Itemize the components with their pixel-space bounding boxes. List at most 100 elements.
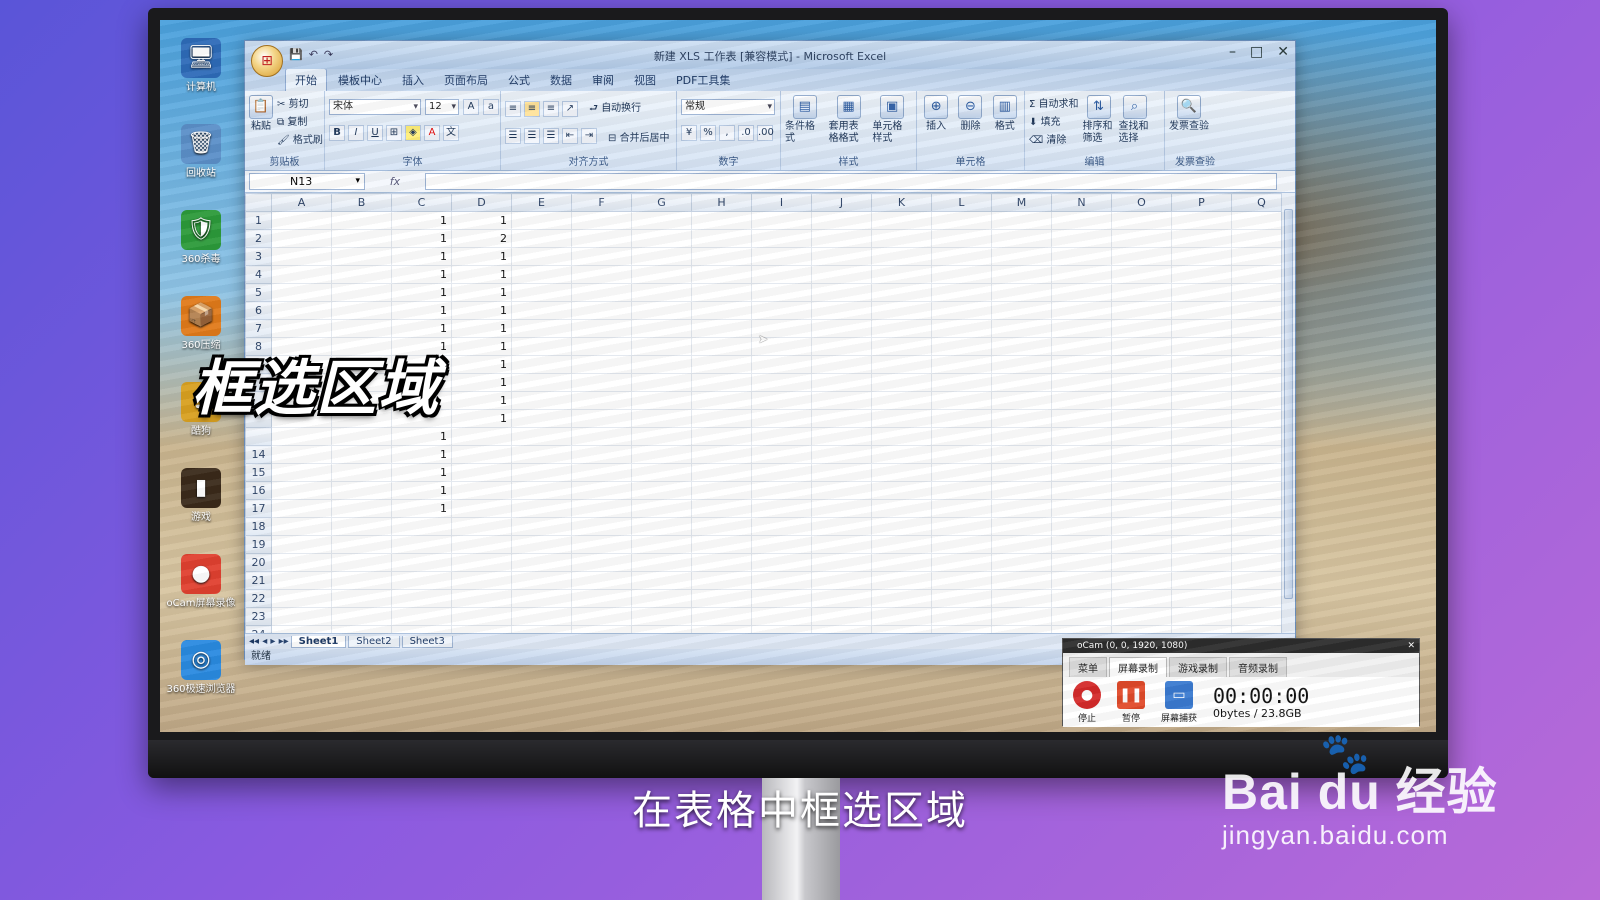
cell-C[interactable]: 1 xyxy=(391,499,452,518)
cell[interactable] xyxy=(271,211,332,230)
cell[interactable] xyxy=(871,571,932,590)
cell[interactable] xyxy=(631,211,692,230)
cell[interactable] xyxy=(511,373,572,392)
cell[interactable] xyxy=(271,589,332,608)
cell[interactable] xyxy=(571,283,632,302)
wrap-text-button[interactable]: ⮐ 自动换行 xyxy=(589,99,641,118)
cell[interactable] xyxy=(811,301,872,320)
cell[interactable] xyxy=(751,589,812,608)
cell[interactable] xyxy=(691,265,752,284)
cell[interactable] xyxy=(511,589,572,608)
cell[interactable] xyxy=(1051,337,1112,356)
cell[interactable] xyxy=(511,229,572,248)
cell[interactable] xyxy=(631,589,692,608)
cell-C[interactable]: 1 xyxy=(391,319,452,338)
cell[interactable] xyxy=(631,571,692,590)
cell[interactable] xyxy=(991,409,1052,428)
sheet-nav-arrows[interactable]: ◂◂ ◂ ▸ ▸▸ xyxy=(249,636,289,647)
cell[interactable] xyxy=(571,211,632,230)
cell[interactable] xyxy=(991,373,1052,392)
cell[interactable] xyxy=(931,553,992,572)
cell[interactable] xyxy=(271,247,332,266)
ribbon-tab[interactable]: 视图 xyxy=(625,69,665,91)
cell[interactable] xyxy=(1171,589,1232,608)
cell[interactable] xyxy=(1171,517,1232,536)
cell[interactable] xyxy=(1111,517,1172,536)
cell[interactable] xyxy=(871,265,932,284)
increase-indent-button[interactable]: ⇥ xyxy=(581,128,597,144)
cell[interactable] xyxy=(1111,337,1172,356)
cell[interactable] xyxy=(931,517,992,536)
cell[interactable] xyxy=(511,481,572,500)
cell[interactable] xyxy=(631,499,692,518)
cell[interactable] xyxy=(931,481,992,500)
insert-cells-button[interactable]: ⊕ 插入 xyxy=(921,95,951,133)
cell[interactable] xyxy=(811,229,872,248)
cell-D[interactable]: 1 xyxy=(451,337,512,356)
cell[interactable] xyxy=(1171,319,1232,338)
cell[interactable] xyxy=(751,211,812,230)
cell[interactable] xyxy=(811,499,872,518)
cell-C[interactable] xyxy=(391,571,452,590)
number-format-select[interactable]: 常规 xyxy=(681,99,775,115)
cell-C[interactable]: 1 xyxy=(391,229,452,248)
row-header[interactable]: 14 xyxy=(245,445,272,464)
cell[interactable] xyxy=(511,553,572,572)
cell-C[interactable] xyxy=(391,589,452,608)
cell[interactable] xyxy=(1051,535,1112,554)
cell[interactable] xyxy=(1171,211,1232,230)
autosum-button[interactable]: Σ 自动求和 xyxy=(1029,95,1079,110)
cell[interactable] xyxy=(871,517,932,536)
cell[interactable] xyxy=(571,301,632,320)
cell[interactable] xyxy=(991,445,1052,464)
row-header[interactable]: 21 xyxy=(245,571,272,590)
cell[interactable] xyxy=(271,517,332,536)
cell[interactable] xyxy=(631,265,692,284)
cell-D[interactable]: 1 xyxy=(451,265,512,284)
format-as-table-button[interactable]: ▦ 套用表格格式 xyxy=(829,95,869,145)
desktop-icon[interactable]: 🛡 360杀毒 xyxy=(164,210,238,290)
cell[interactable] xyxy=(1111,409,1172,428)
cell[interactable] xyxy=(271,445,332,464)
cell[interactable] xyxy=(271,301,332,320)
italic-button[interactable]: I xyxy=(348,125,364,141)
column-header[interactable]: O xyxy=(1111,193,1172,212)
font-size-select[interactable]: 12 xyxy=(425,99,459,115)
cell[interactable] xyxy=(571,499,632,518)
cell[interactable] xyxy=(271,607,332,626)
cell[interactable] xyxy=(991,355,1052,374)
cell[interactable] xyxy=(1111,229,1172,248)
copy-button[interactable]: ⧉ 复制 xyxy=(277,113,323,128)
cell[interactable] xyxy=(631,625,692,633)
cell-C[interactable] xyxy=(391,607,452,626)
cell[interactable] xyxy=(511,625,572,633)
cell[interactable] xyxy=(811,247,872,266)
cell[interactable] xyxy=(331,283,392,302)
cell-C[interactable]: 1 xyxy=(391,445,452,464)
cell[interactable] xyxy=(811,283,872,302)
paste-button[interactable]: 📋 粘贴 xyxy=(249,95,273,133)
column-header[interactable]: P xyxy=(1171,193,1232,212)
cell[interactable] xyxy=(751,535,812,554)
cell[interactable] xyxy=(871,373,932,392)
conditional-format-button[interactable]: ▤ 条件格式 xyxy=(785,95,825,145)
cell[interactable] xyxy=(751,373,812,392)
cell-D[interactable] xyxy=(451,553,512,572)
cell[interactable] xyxy=(511,571,572,590)
cell[interactable] xyxy=(991,337,1052,356)
cell-D[interactable] xyxy=(451,607,512,626)
cell[interactable] xyxy=(331,517,392,536)
cell[interactable] xyxy=(691,229,752,248)
cell-D[interactable] xyxy=(451,625,512,633)
cell[interactable] xyxy=(991,427,1052,446)
desktop-icon[interactable]: 🗑 回收站 xyxy=(164,124,238,204)
cell[interactable] xyxy=(631,337,692,356)
cell[interactable] xyxy=(571,589,632,608)
cell[interactable] xyxy=(571,373,632,392)
cell[interactable] xyxy=(571,571,632,590)
phonetic-button[interactable]: 文 xyxy=(443,125,459,141)
column-header[interactable]: N xyxy=(1051,193,1112,212)
cell[interactable] xyxy=(1171,283,1232,302)
cell-D[interactable]: 1 xyxy=(451,283,512,302)
cell[interactable] xyxy=(1171,463,1232,482)
